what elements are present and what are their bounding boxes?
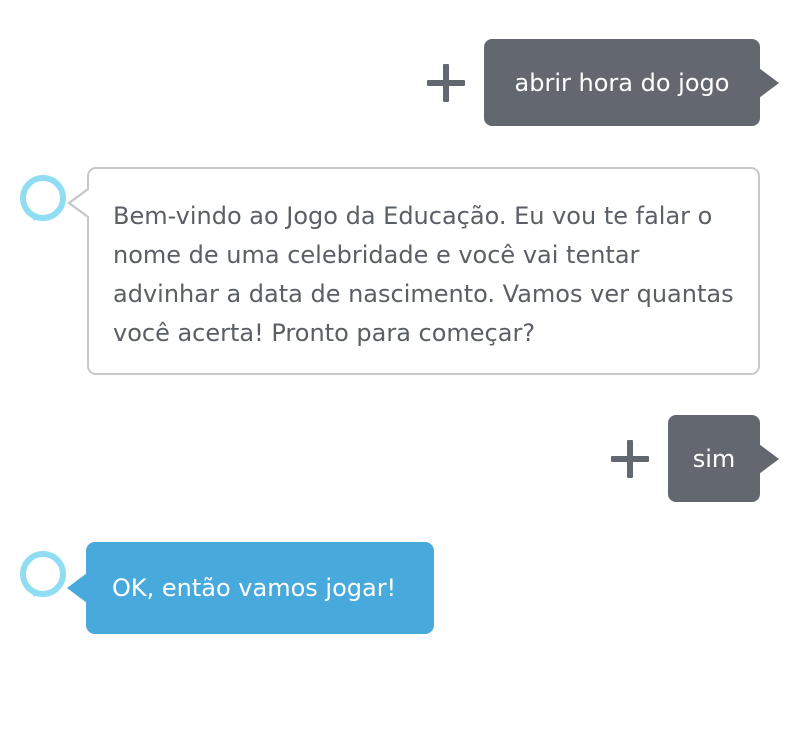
bubble-tail: [759, 443, 779, 474]
user-message-text: abrir hora do jogo: [514, 68, 730, 97]
alexa-bubble: Bem-vindo ao Jogo da Educação. Eu vou te…: [67, 167, 760, 375]
alexa-message-text: Bem-vindo ao Jogo da Educação. Eu vou te…: [113, 202, 734, 347]
alexa-ring-icon: [20, 551, 66, 597]
alexa-message-text: OK, então vamos jogar!: [112, 574, 397, 602]
user-bubble: sim: [668, 415, 779, 502]
bubble-tail: [67, 573, 87, 603]
bubble-tail: [759, 67, 779, 98]
user-message-text: sim: [692, 444, 736, 473]
user-bubble: abrir hora do jogo: [484, 39, 779, 126]
plus-icon: [611, 440, 649, 478]
bubble-tail-fill: [71, 189, 90, 217]
alexa-bubble: OK, então vamos jogar!: [67, 542, 434, 634]
alexa-ring-icon: [20, 175, 66, 221]
plus-icon: [427, 64, 465, 102]
